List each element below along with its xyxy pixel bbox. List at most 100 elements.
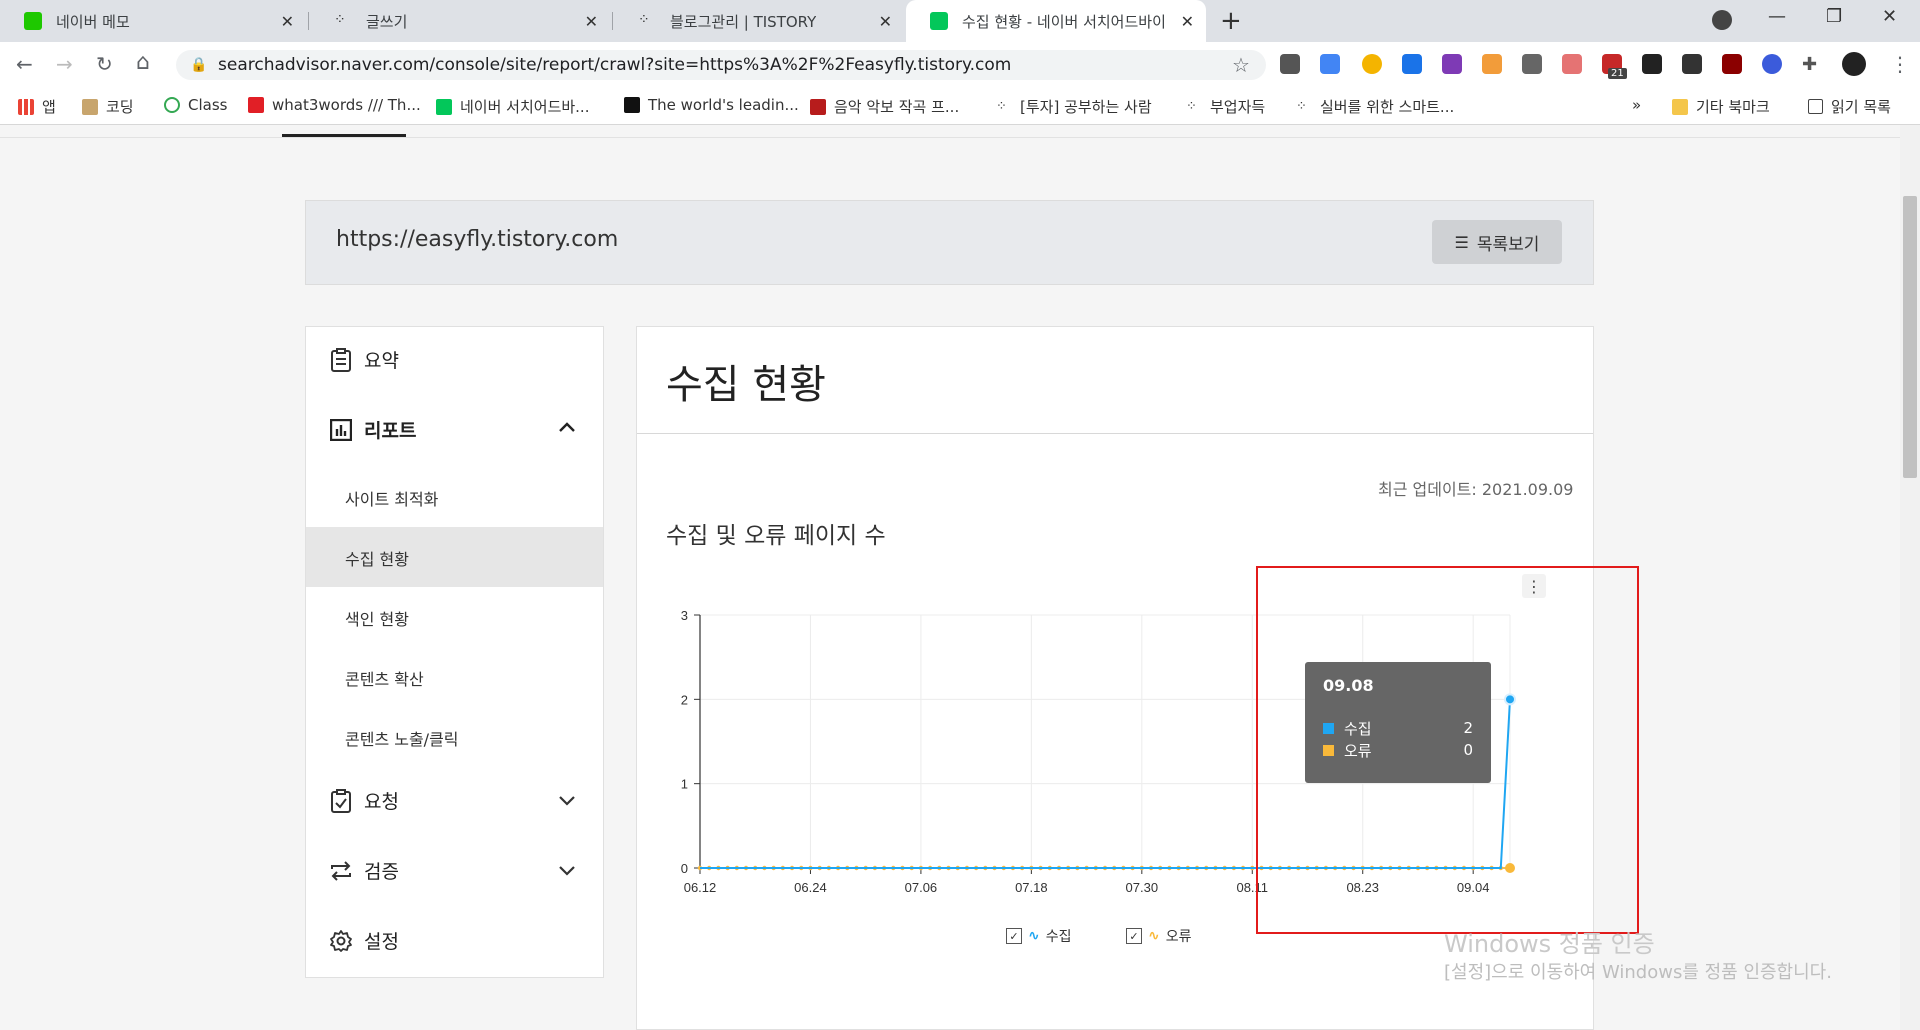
search-advisor-favicon-icon <box>930 12 948 30</box>
close-window-icon[interactable]: ✕ <box>1882 6 1897 27</box>
tistory-icon: ⁘ <box>1186 98 1197 114</box>
search-advisor-icon <box>436 98 452 115</box>
bookmark-apps[interactable]: 앱 <box>18 96 56 117</box>
repeat-icon <box>328 858 354 884</box>
sidebar-item-summary[interactable]: 요약 <box>328 346 399 373</box>
sidebar-item-verify[interactable]: 검증 <box>328 857 399 884</box>
legend-crawl[interactable]: ✓ ∿ 수집 <box>1006 926 1072 946</box>
extension-icon[interactable] <box>1762 54 1782 74</box>
list-view-button[interactable]: ☰ 목록보기 <box>1432 220 1562 264</box>
url-text[interactable]: searchadvisor.naver.com/console/site/rep… <box>218 55 1011 75</box>
legend-error[interactable]: ✓ ∿ 오류 <box>1126 926 1192 946</box>
header-divider <box>0 137 1900 138</box>
restore-icon[interactable]: ❐ <box>1826 6 1842 27</box>
extension-icon[interactable] <box>1402 54 1422 74</box>
legend-label: 수집 <box>1045 929 1072 945</box>
extension-badge: 21 <box>1608 68 1627 79</box>
sidebar-item-request[interactable]: 요청 <box>328 787 399 814</box>
bookmark-invest[interactable]: ⁘ [투자] 공부하는 사람 <box>996 96 1152 117</box>
bar-chart-icon <box>328 417 354 443</box>
sidebar-item-settings[interactable]: 설정 <box>328 927 399 954</box>
extension-icon[interactable] <box>1562 54 1582 74</box>
minimize-icon[interactable]: — <box>1768 6 1786 27</box>
chevron-down-icon[interactable] <box>558 862 576 883</box>
profile-avatar-icon[interactable] <box>1842 52 1866 76</box>
reading-list-icon <box>1808 99 1823 114</box>
y-tick-label: 2 <box>681 692 688 707</box>
pocket-icon[interactable] <box>1280 54 1300 74</box>
bookmark-overflow[interactable]: » <box>1632 96 1641 114</box>
tab-separator <box>308 12 309 30</box>
tab-title: 블로그관리 | TISTORY <box>670 12 817 31</box>
bookmark-coding[interactable]: 코딩 <box>82 96 134 117</box>
bookmark-star-icon[interactable]: ☆ <box>1232 53 1250 77</box>
tab-title: 네이버 메모 <box>56 12 130 31</box>
y-tick-label: 1 <box>681 777 688 792</box>
onenote-icon[interactable] <box>1442 54 1462 74</box>
translate-icon[interactable] <box>1320 54 1340 74</box>
bookmark-other[interactable]: 기타 북마크 <box>1672 96 1770 117</box>
extension-icon[interactable] <box>1642 54 1662 74</box>
chevron-down-icon[interactable] <box>558 792 576 813</box>
close-tab-icon[interactable]: ✕ <box>1181 12 1194 31</box>
extension-icon[interactable] <box>1362 54 1382 74</box>
bookmark-music-score[interactable]: 음악 악보 작곡 프... <box>810 96 959 117</box>
series-line-icon: ∿ <box>1028 928 1040 944</box>
puzzle-icon[interactable]: ✚ <box>1802 54 1822 75</box>
bookmark-label: 코딩 <box>106 98 134 116</box>
tab-search-advisor[interactable]: 수집 현황 - 네이버 서치어드바이 ✕ <box>906 0 1206 42</box>
tistory-favicon-icon: ⁘ <box>334 12 346 28</box>
bookmark-label: 앱 <box>42 98 56 116</box>
bookmark-silver-smart[interactable]: ⁘ 실버를 위한 스마트... <box>1296 96 1454 117</box>
tab-write[interactable]: ⁘ 글쓰기 ✕ <box>310 0 610 42</box>
close-tab-icon[interactable]: ✕ <box>585 12 598 31</box>
sidebar-subitem-site-optimization[interactable]: 사이트 최적화 <box>345 486 438 510</box>
scrollbar-thumb[interactable] <box>1903 196 1917 478</box>
bookmark-naver-search-advisor[interactable]: 네이버 서치어드바... <box>436 96 589 117</box>
home-icon[interactable]: ⌂ <box>136 50 150 75</box>
folder-icon <box>1672 98 1688 115</box>
more-menu-icon[interactable]: ⋮ <box>1890 52 1910 76</box>
dog-icon <box>82 98 98 115</box>
x-tick-label: 07.06 <box>905 880 938 895</box>
tab-blog-admin[interactable]: ⁘ 블로그관리 | TISTORY ✕ <box>614 0 904 42</box>
lock-icon[interactable]: 🔒 <box>190 57 207 73</box>
m-logo-icon <box>624 97 640 113</box>
close-tab-icon[interactable]: ✕ <box>879 12 892 31</box>
new-tab-icon[interactable]: + <box>1220 6 1242 36</box>
extension-icon[interactable] <box>1682 54 1702 74</box>
bookmark-label: 읽기 목록 <box>1831 98 1891 116</box>
checkbox-checked-icon[interactable]: ✓ <box>1006 928 1022 944</box>
extension-icon[interactable] <box>1522 54 1542 74</box>
bookmark-worlds-leading[interactable]: The world's leadin... <box>624 96 799 114</box>
sidebar-subitem-content-exposure[interactable]: 콘텐츠 노출/클릭 <box>345 726 459 750</box>
bookmark-label: The world's leadin... <box>648 96 799 114</box>
back-icon[interactable]: ← <box>16 52 33 76</box>
bookmark-label: 실버를 위한 스마트... <box>1320 98 1455 116</box>
tab-naver-memo[interactable]: 네이버 메모 ✕ <box>0 0 306 42</box>
x-tick-label: 07.30 <box>1126 880 1159 895</box>
extension-icon[interactable] <box>1722 54 1742 74</box>
sidebar-subitem-crawl-status[interactable]: 수집 현황 <box>345 546 409 570</box>
sidebar-item-report[interactable]: 리포트 <box>328 416 416 443</box>
reading-list[interactable]: 읽기 목록 <box>1808 96 1891 117</box>
forward-icon[interactable]: → <box>56 52 73 76</box>
checkbox-checked-icon[interactable]: ✓ <box>1126 928 1142 944</box>
bookmark-label: what3words /// Th... <box>272 96 421 114</box>
close-tab-icon[interactable]: ✕ <box>281 12 294 31</box>
sidebar-subitem-content-spread[interactable]: 콘텐츠 확산 <box>345 666 424 690</box>
list-icon: ☰ <box>1454 232 1469 252</box>
last-updated: 최근 업데이트: 2021.09.09 <box>1378 480 1574 499</box>
chart-title: 수집 및 오류 페이지 수 <box>666 523 886 549</box>
tab-search-icon[interactable] <box>1712 10 1732 30</box>
extension-icon[interactable] <box>1482 54 1502 74</box>
sidebar-subitem-index-status[interactable]: 색인 현황 <box>345 606 409 630</box>
bookmark-class[interactable]: Class <box>164 96 227 114</box>
bookmark-what3words[interactable]: what3words /// Th... <box>248 96 421 114</box>
chevron-up-icon[interactable] <box>558 418 576 439</box>
bookmark-side-job[interactable]: ⁘ 부업자득 <box>1186 96 1265 117</box>
reload-icon[interactable]: ↻ <box>96 52 113 76</box>
clipboard-icon <box>328 347 354 373</box>
site-url: https://easyfly.tistory.com <box>336 227 619 252</box>
title-divider <box>637 433 1593 434</box>
